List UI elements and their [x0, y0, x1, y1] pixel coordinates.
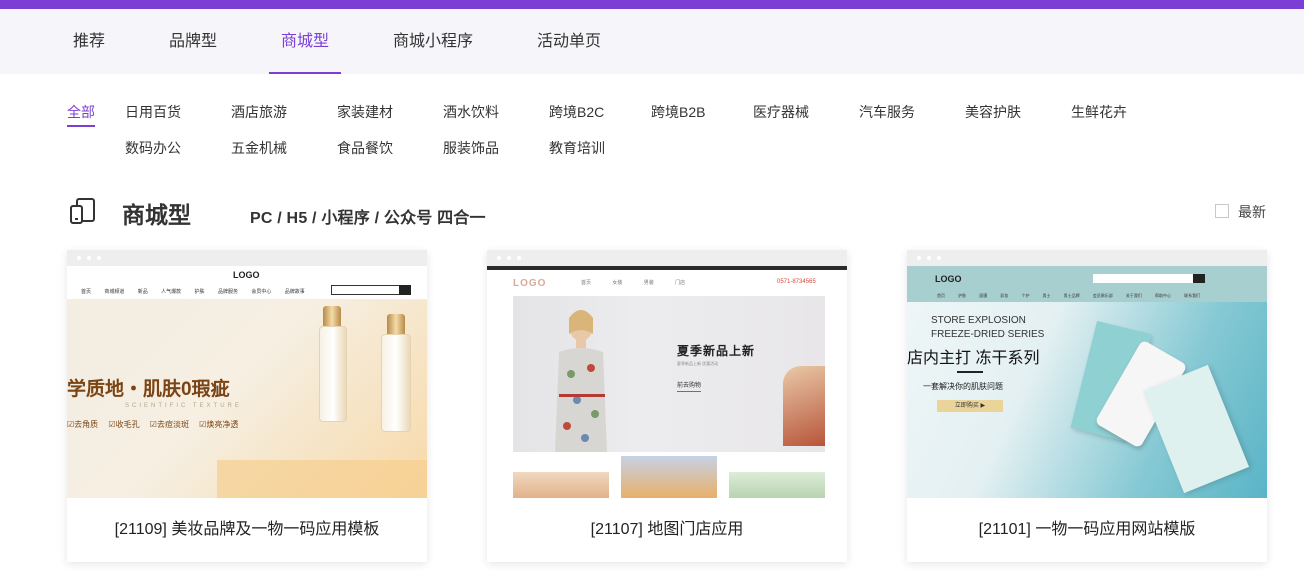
thumb-logo: LOGO [935, 274, 962, 284]
tab-mall[interactable]: 商城型 [269, 9, 341, 74]
top-accent-bar [0, 0, 1304, 9]
thumb-headline: 夏季新品上新 [677, 344, 756, 358]
latest-checkbox[interactable] [1215, 204, 1229, 218]
thumb-headline: 学质地・肌肤0瑕疵 [67, 379, 230, 400]
thumb-logo: LOGO [233, 270, 260, 280]
template-card[interactable]: LOGO 首页 女装 男装 门店 0571-8734565 夏季新品上新 夏季新… [487, 250, 847, 562]
browser-bar [67, 250, 427, 266]
tab-recommend[interactable]: 推荐 [72, 9, 106, 74]
template-caption[interactable]: [21101] 一物一码应用网站模版 [907, 498, 1267, 562]
browser-bar [907, 250, 1267, 266]
template-card[interactable]: LOGO 首页 商城频道 新品 人气爆款 护肤 品牌服务 会员中心 品牌故事 学… [67, 250, 427, 562]
thumb-headline: 店内主打 冻干系列 [907, 350, 1040, 367]
category-education[interactable]: 教育培训 [549, 138, 605, 158]
category-home-building[interactable]: 家装建材 [337, 102, 393, 122]
category-food[interactable]: 食品餐饮 [337, 138, 393, 158]
category-fresh-flowers[interactable]: 生鲜花卉 [1071, 102, 1127, 122]
devices-icon [70, 198, 95, 224]
latest-label[interactable]: 最新 [1238, 202, 1266, 222]
thumb-logo: LOGO [513, 278, 547, 289]
browser-bar [487, 250, 847, 266]
section-title: 商城型 [122, 202, 191, 228]
tab-mall-miniprogram[interactable]: 商城小程序 [392, 9, 474, 74]
template-card[interactable]: LOGO 首页 护肤 面膜 彩妆 个护 男士 男士品牌 会员俱乐部 关于我们 帮… [907, 250, 1267, 562]
template-thumbnail: LOGO 首页 女装 男装 门店 0571-8734565 夏季新品上新 夏季新… [487, 266, 847, 498]
category-auto[interactable]: 汽车服务 [859, 102, 915, 122]
tab-landing-page[interactable]: 活动单页 [536, 9, 602, 74]
section-subtitle: PC / H5 / 小程序 / 公众号 四合一 [250, 210, 486, 227]
category-medical[interactable]: 医疗器械 [753, 102, 809, 122]
category-hotel-travel[interactable]: 酒店旅游 [231, 102, 287, 122]
template-caption[interactable]: [21107] 地图门店应用 [487, 498, 847, 562]
tab-brand[interactable]: 品牌型 [168, 9, 218, 74]
category-hardware[interactable]: 五金机械 [231, 138, 287, 158]
category-crossborder-b2c[interactable]: 跨境B2C [549, 102, 604, 122]
category-apparel[interactable]: 服装饰品 [443, 138, 499, 158]
category-beauty[interactable]: 美容护肤 [965, 102, 1021, 122]
category-crossborder-b2b[interactable]: 跨境B2B [651, 102, 705, 122]
template-thumbnail: LOGO 首页 商城频道 新品 人气爆款 护肤 品牌服务 会员中心 品牌故事 学… [67, 266, 427, 498]
category-drinks[interactable]: 酒水饮料 [443, 102, 499, 122]
template-caption[interactable]: [21109] 美妆品牌及一物一码应用模板 [67, 498, 427, 562]
thumb-search [1093, 274, 1203, 283]
category-all[interactable]: 全部 [67, 102, 95, 127]
category-daily-goods[interactable]: 日用百货 [125, 102, 181, 122]
template-thumbnail: LOGO 首页 护肤 面膜 彩妆 个护 男士 男士品牌 会员俱乐部 关于我们 帮… [907, 266, 1267, 498]
model-figure [555, 310, 607, 452]
category-digital-office[interactable]: 数码办公 [125, 138, 181, 158]
tab-bar: 推荐 品牌型 商城型 商城小程序 活动单页 [0, 9, 1304, 74]
